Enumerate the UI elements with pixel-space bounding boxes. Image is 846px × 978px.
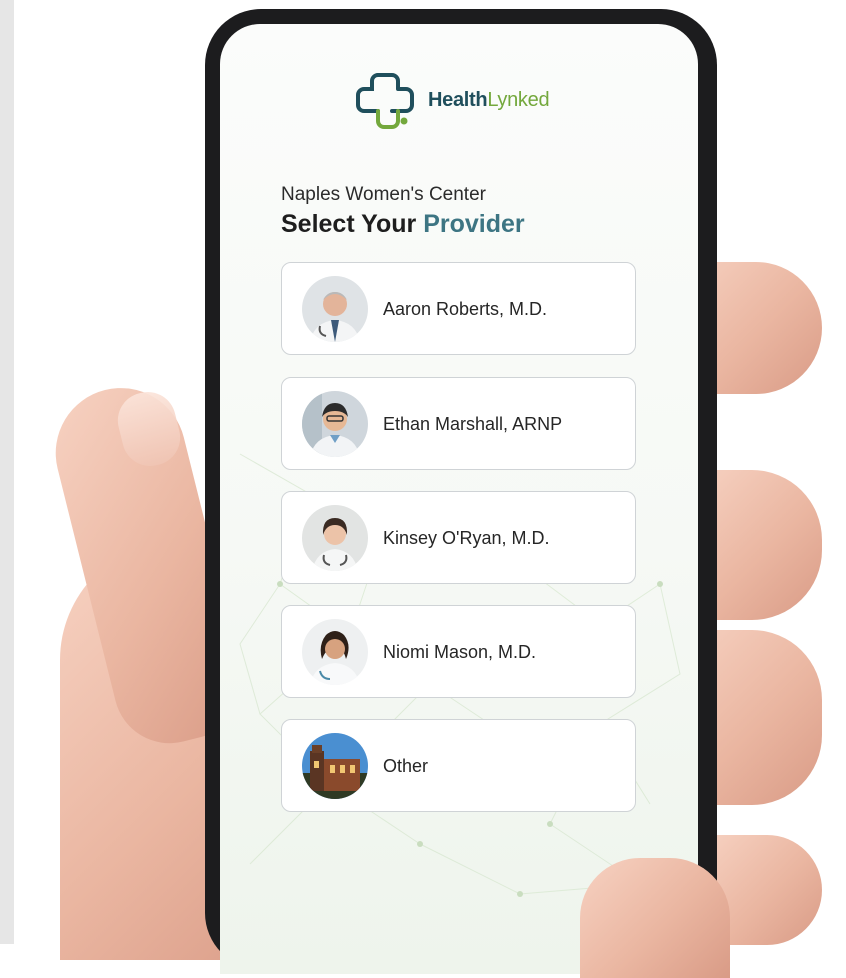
provider-avatar [302, 619, 368, 685]
provider-avatar [302, 391, 368, 457]
phone-screen: HealthLynked Naples Women's Center Selec… [220, 24, 698, 974]
doctor-photo-icon [302, 391, 368, 457]
provider-option-other[interactable]: Other [281, 719, 636, 812]
provider-option[interactable]: Ethan Marshall, ARNP [281, 377, 636, 470]
logo-wordmark: HealthLynked [428, 88, 550, 112]
provider-option[interactable]: Aaron Roberts, M.D. [281, 262, 636, 355]
page-title: Select Your Provider [281, 210, 525, 239]
provider-name: Ethan Marshall, ARNP [383, 414, 563, 434]
healthlynked-logo: HealthLynked [356, 69, 550, 131]
provider-option[interactable]: Kinsey O'Ryan, M.D. [281, 491, 636, 584]
doctor-photo-icon [302, 276, 368, 342]
page-title-accent: Provider [423, 210, 525, 238]
provider-name: Niomi Mason, M.D. [383, 642, 537, 662]
logo-text-health: Health [428, 88, 488, 111]
provider-name: Aaron Roberts, M.D. [383, 299, 548, 319]
doctor-photo-icon [302, 619, 368, 685]
provider-name: Kinsey O'Ryan, M.D. [383, 528, 550, 548]
building-photo-icon [302, 733, 368, 799]
provider-option[interactable]: Niomi Mason, M.D. [281, 605, 636, 698]
provider-avatar [302, 733, 368, 799]
healthlynked-cross-logo-icon [356, 73, 414, 129]
provider-name: Other [383, 756, 429, 776]
logo-text-lynked: Lynked [487, 88, 550, 111]
page-title-prefix: Select Your [281, 210, 417, 238]
provider-avatar [302, 276, 368, 342]
hand-bottom-thumb [580, 858, 730, 978]
clinic-name: Naples Women's Center [281, 184, 486, 205]
doctor-photo-icon [302, 505, 368, 571]
provider-avatar [302, 505, 368, 571]
left-edge-band [0, 0, 14, 944]
